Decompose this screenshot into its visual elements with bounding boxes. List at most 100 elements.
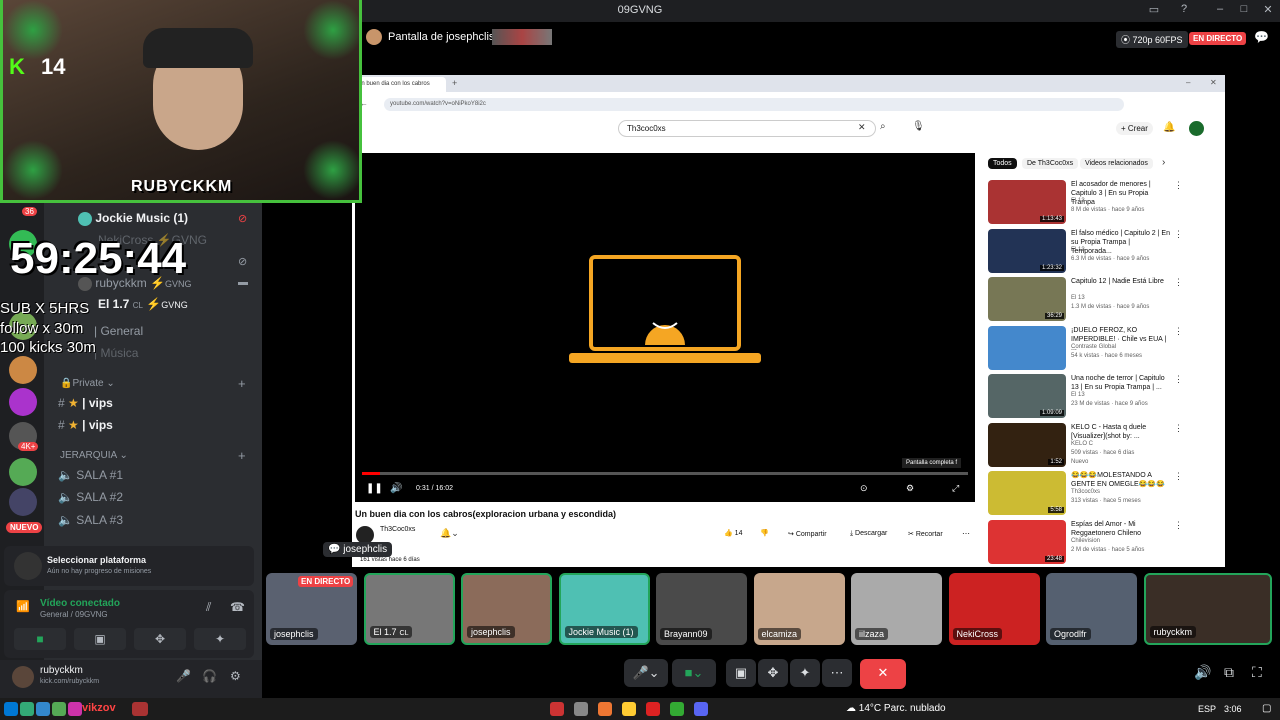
viewer-avatars[interactable]	[492, 29, 552, 45]
search-input[interactable]: Th3coc0xs	[618, 120, 876, 137]
disconnect-button[interactable]: ✕	[860, 659, 906, 689]
close-button[interactable]: ✕	[1210, 78, 1217, 87]
server-icon[interactable]	[9, 388, 37, 416]
text-channel-vips[interactable]: # ★ | vips	[58, 396, 113, 416]
video-thumbnail[interactable]: 36:29	[988, 277, 1066, 321]
side-video-item[interactable]: 23:48 Espías del Amor - Mi Reggaetonero C…	[988, 519, 1184, 566]
participant-tile[interactable]: Brayann09	[656, 573, 747, 645]
voice-search-icon[interactable]: 🎙	[912, 121, 925, 132]
fullscreen-icon[interactable]: ⛶	[1252, 664, 1262, 681]
search-icon[interactable]: ⌕	[880, 121, 886, 132]
side-video-item[interactable]: 1:09:09 Una noche de terror | Capitulo 13…	[988, 374, 1184, 420]
new-tab-icon[interactable]: +	[452, 78, 457, 88]
settings-icon[interactable]: ⚙	[906, 483, 914, 494]
soundboard-button[interactable]: ✦	[194, 628, 246, 650]
chip-all[interactable]: Todos	[988, 158, 1017, 169]
app-icon[interactable]	[68, 702, 82, 716]
activities-button[interactable]: ✥	[134, 628, 186, 650]
minimize-button[interactable]: –	[1212, 3, 1228, 19]
chevron-right-icon[interactable]: ›	[1162, 157, 1165, 168]
video-thumbnail[interactable]: 1:52	[988, 422, 1066, 467]
clear-search-icon[interactable]: ✕	[858, 122, 866, 133]
side-video-item[interactable]: 1:13:43 El acosador de menores | Capitulo…	[988, 180, 1184, 226]
camera-button[interactable]: ■⌄	[672, 659, 716, 687]
more-icon[interactable]: ⋮	[1174, 229, 1183, 240]
gear-icon[interactable]: ⚙	[230, 669, 241, 683]
weather[interactable]: ☁ 14°C Parc. nublado	[846, 703, 946, 714]
side-video-item[interactable]: 36:29 Capitulo 12 | Nadie Está Libre El 13…	[988, 277, 1184, 323]
volume-icon[interactable]: 🔊	[1194, 664, 1211, 681]
folder-icon[interactable]	[622, 702, 636, 716]
voice-user[interactable]: El 1.7 CL ⚡GVNG	[98, 297, 188, 317]
server-icon[interactable]	[9, 458, 37, 486]
autoplay-toggle[interactable]: ⊙	[860, 483, 868, 494]
discord-icon[interactable]	[694, 702, 708, 716]
fullscreen-icon[interactable]: ⤢	[952, 483, 959, 494]
more-icon[interactable]: ⋮	[1174, 326, 1183, 337]
like-button[interactable]: 👍 14	[724, 529, 742, 537]
text-channel-musica[interactable]: | Música	[94, 346, 138, 366]
avatar[interactable]	[12, 666, 34, 688]
pause-icon[interactable]: ❚❚	[366, 483, 383, 494]
more-icon[interactable]: ⋮	[1174, 423, 1183, 434]
more-icon[interactable]: ⋮	[1174, 374, 1183, 385]
app-icon[interactable]	[36, 702, 50, 716]
address-bar[interactable]: youtube.com/watch?v=oNiPkoY8i2c	[384, 98, 1124, 111]
text-channel-vips[interactable]: # ★ | vips	[58, 418, 113, 438]
side-video-item[interactable]: 1:52 KELO C - Hasta q duele [Visualizer](…	[988, 422, 1184, 469]
category-private[interactable]: 🔒Private ⌄	[60, 378, 115, 389]
add-channel-icon[interactable]: +	[238, 448, 246, 463]
channel-name[interactable]: Th3Coc0xs	[380, 526, 415, 533]
video-thumbnail[interactable]	[988, 325, 1066, 370]
volume-icon[interactable]: 🔊	[390, 483, 402, 494]
more-options-button[interactable]: ⋯	[822, 659, 852, 687]
video-title[interactable]: 😂😂😂MOLESTANDO A GENTE EN OMEGLE😂😂😂	[1071, 471, 1171, 489]
more-icon[interactable]: ⋮	[1174, 277, 1183, 288]
notification-icon[interactable]: ▢	[1262, 703, 1271, 714]
more-icon[interactable]: ⋯	[962, 529, 970, 538]
browser-tab[interactable]: Un buen dia con los cabros	[354, 77, 446, 92]
video-thumbnail[interactable]: 1:23:32	[988, 228, 1066, 273]
server-icon[interactable]	[9, 488, 37, 516]
screen-share-button[interactable]: ▣	[726, 659, 756, 687]
help-icon[interactable]: ?	[1176, 3, 1192, 19]
side-video-item[interactable]: 1:23:32 El falso médico | Capitulo 2 | En…	[988, 228, 1184, 275]
more-icon[interactable]: ⋮	[1174, 471, 1183, 482]
popout-icon[interactable]: ⧉	[1224, 664, 1234, 681]
chip-channel[interactable]: De Th3Coc0xs	[1022, 158, 1079, 169]
add-channel-icon[interactable]: +	[238, 376, 246, 391]
chat-icon[interactable]: 💬	[1254, 30, 1269, 44]
soundboard-button[interactable]: ✦	[790, 659, 820, 687]
participant-tile[interactable]: rubyckkm	[1143, 573, 1272, 645]
close-button[interactable]: ✕	[1260, 3, 1276, 19]
side-video-item[interactable]: ¡DUELO FEROZ, KO IMPERDIBLE! · Chile vs …	[988, 325, 1184, 372]
voice-channel-sala-1[interactable]: 🔈 SALA #1	[58, 468, 123, 488]
more-icon[interactable]: ⋮	[1174, 180, 1183, 191]
video-title[interactable]: Capitulo 12 | Nadie Está Libre	[1071, 277, 1171, 286]
video-thumbnail[interactable]: 1:13:43	[988, 180, 1066, 224]
voice-channel-sala-2[interactable]: 🔈 SALA #2	[58, 490, 123, 510]
disconnect-icon[interactable]: ☎	[230, 600, 245, 614]
app-icon[interactable]	[646, 702, 660, 716]
video-thumbnail[interactable]: 5:58	[988, 471, 1066, 515]
create-button[interactable]: + Crear	[1116, 122, 1153, 135]
video-thumbnail[interactable]: 23:48	[988, 519, 1066, 564]
video-player[interactable]	[355, 153, 975, 502]
inbox-icon[interactable]: ▭	[1146, 3, 1162, 19]
participant-tile[interactable]: elcamiza	[753, 573, 845, 645]
more-icon[interactable]: ⋮	[1174, 520, 1183, 531]
progress-bar[interactable]	[362, 472, 968, 475]
video-title[interactable]: Espías del Amor - Mi Reggaetonero Chilen…	[1071, 520, 1171, 538]
app-icon[interactable]	[598, 702, 612, 716]
dislike-button[interactable]: 👎	[760, 529, 769, 537]
app-icon[interactable]	[574, 702, 588, 716]
participant-tile[interactable]: josephclis EN DIRECTO	[266, 573, 357, 645]
server-icon[interactable]	[9, 356, 37, 384]
maximize-button[interactable]: □	[1236, 3, 1252, 19]
app-icon[interactable]	[670, 702, 684, 716]
subscribe-bell-icon[interactable]: 🔔⌄	[440, 528, 459, 539]
chip-related[interactable]: Videos relacionados	[1080, 158, 1153, 169]
app-icon[interactable]	[20, 702, 34, 716]
video-title[interactable]: KELO C - Hasta q duele [Visualizer](shot…	[1071, 423, 1171, 441]
share-button[interactable]: ↪ Compartir	[788, 530, 827, 538]
